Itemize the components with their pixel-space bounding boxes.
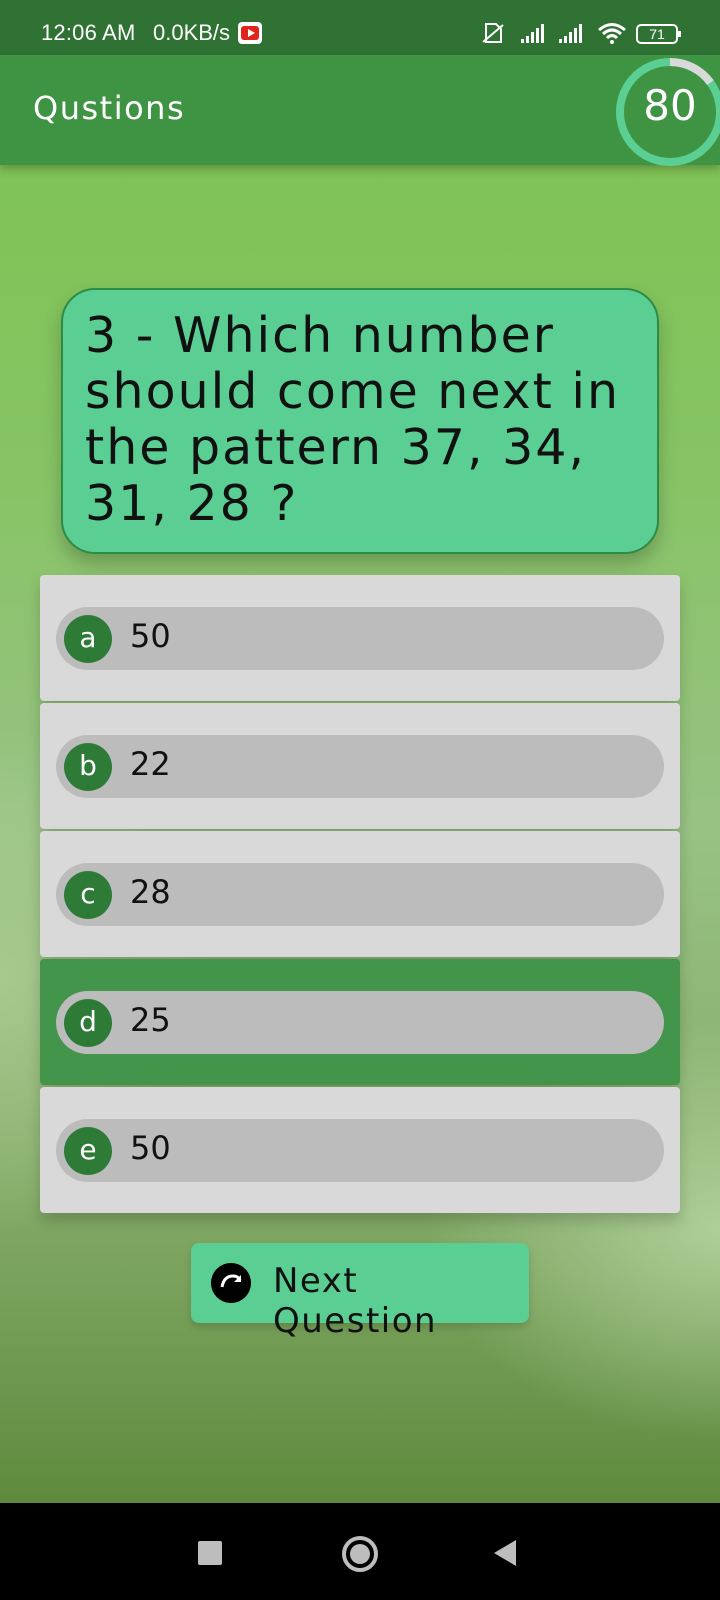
option-pill: c 28 <box>56 863 664 926</box>
option-pill: b 22 <box>56 735 664 798</box>
network-speed: 0.0KB/s <box>153 20 231 45</box>
option-letter-badge: e <box>64 1127 112 1175</box>
question-text: 3 - Which number should come next in the… <box>85 307 621 532</box>
app-screen: 12:06 AM 0.0KB/s 71 Qustions 80 3 - Whic… <box>0 0 720 1503</box>
svg-text:71: 71 <box>649 26 665 42</box>
option-value: 50 <box>130 1129 171 1167</box>
option-value: 22 <box>130 745 171 783</box>
option-value: 50 <box>130 617 171 655</box>
option-letter-badge: a <box>64 615 112 663</box>
next-question-button[interactable]: Next Question <box>191 1243 529 1341</box>
question-card: 3 - Which number should come next in the… <box>61 288 659 554</box>
page-title: Qustions <box>33 89 186 127</box>
option-value: 28 <box>130 873 171 911</box>
option-pill: a 50 <box>56 607 664 670</box>
status-bar: 12:06 AM 0.0KB/s 71 <box>0 0 720 55</box>
signal-icon-2 <box>559 24 582 43</box>
home-icon[interactable] <box>342 1536 378 1572</box>
app-bar: Qustions 80 <box>0 55 720 166</box>
option-value: 25 <box>130 1001 171 1039</box>
no-sim-icon <box>482 23 504 43</box>
option-pill: d 25 <box>56 991 664 1054</box>
next-question-label: Next Question <box>273 1261 438 1341</box>
option-letter-badge: c <box>64 871 112 919</box>
option-pill: e 50 <box>56 1119 664 1182</box>
signal-icon-1 <box>521 24 544 43</box>
option-c[interactable]: c 28 <box>40 831 680 957</box>
option-a[interactable]: a 50 <box>40 575 680 701</box>
option-letter-badge: d <box>64 999 112 1047</box>
battery-icon: 71 <box>636 24 681 44</box>
option-e[interactable]: e 50 <box>40 1087 680 1213</box>
option-d[interactable]: d 25 <box>40 959 680 1085</box>
back-icon[interactable] <box>494 1540 516 1566</box>
recent-apps-icon[interactable] <box>198 1541 222 1565</box>
status-time: 12:06 AM <box>41 20 136 45</box>
option-letter-badge: b <box>64 743 112 791</box>
navigation-bar <box>0 1503 720 1600</box>
score-value: 80 <box>643 81 697 130</box>
redo-arrow-icon <box>211 1263 251 1303</box>
wifi-icon <box>598 23 626 44</box>
option-b[interactable]: b 22 <box>40 703 680 829</box>
youtube-icon <box>238 22 262 44</box>
